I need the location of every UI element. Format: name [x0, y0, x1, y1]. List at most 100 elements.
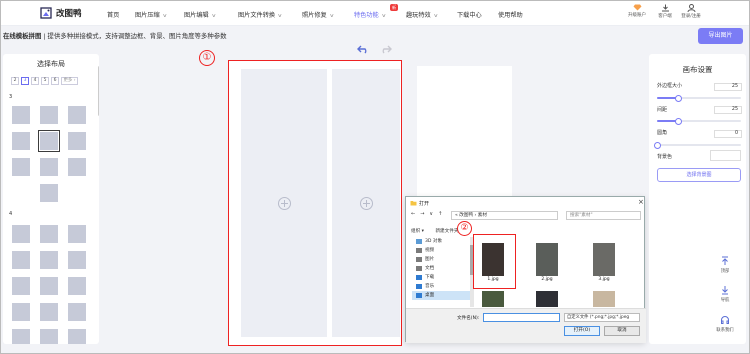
filename-input[interactable]	[483, 313, 560, 322]
nav-repair[interactable]: 照片修复 ∨	[302, 10, 334, 19]
nav-edit[interactable]: 图片编辑 ∨	[184, 10, 216, 19]
radius-input[interactable]: 0	[714, 130, 742, 138]
layout-thumbnail[interactable]	[67, 105, 87, 125]
filetype-select[interactable]: 自定义文件 (*.png;*.jpg;*.jpeg	[564, 313, 640, 322]
navigation-button[interactable]: 导航	[714, 285, 736, 303]
search-input[interactable]: 搜索"素材"	[566, 211, 641, 220]
up-icon[interactable]: ↑	[438, 211, 442, 217]
count-option[interactable]: 3	[21, 77, 29, 85]
organize-button[interactable]: 组织 ▾	[411, 229, 424, 234]
cancel-button[interactable]: 取消	[604, 326, 640, 336]
nav-features[interactable]: 特色功能∨新	[354, 4, 398, 19]
forward-icon[interactable]: →	[420, 211, 424, 217]
dialog-toolbar: 组织 ▾ 新建文件夹	[411, 228, 458, 234]
layout-thumbnail[interactable]	[39, 250, 59, 270]
file-item[interactable]	[589, 291, 619, 307]
layout-thumbnail[interactable]	[11, 157, 31, 177]
chevron-down-icon[interactable]: ∨	[429, 211, 433, 217]
open-button[interactable]: 打开(O)	[564, 326, 600, 336]
annotation-marker-2: ②	[457, 221, 472, 236]
layout-thumbnail[interactable]	[38, 130, 60, 152]
layout-thumbnail[interactable]	[11, 302, 31, 322]
tree-item-pictures[interactable]: 图片	[412, 255, 470, 264]
back-icon[interactable]: ←	[411, 211, 415, 217]
count-option[interactable]: 6	[51, 77, 59, 85]
gap-input[interactable]: 25	[714, 106, 742, 114]
nav-convert[interactable]: 图片文件转换 ∨	[238, 10, 283, 19]
bg-color-picker[interactable]	[710, 150, 741, 161]
slider-knob[interactable]	[674, 117, 682, 125]
tree-item-documents[interactable]: 文档	[412, 264, 470, 273]
login-register-button[interactable]: 登录/注册	[677, 4, 705, 19]
nav-download-center[interactable]: 下载中心	[457, 10, 482, 19]
layout-thumbnail[interactable]	[39, 224, 59, 244]
layout-thumbnail[interactable]	[67, 328, 87, 344]
export-image-button[interactable]: 导出图片	[698, 28, 743, 44]
nav-fun-effects[interactable]: 趣玩特效 ∨ 新	[390, 5, 438, 19]
layout-thumbnail[interactable]	[39, 105, 59, 125]
address-bar[interactable]: « 改图鸭 › 素材	[451, 211, 558, 220]
nav-help[interactable]: 使用帮助	[498, 10, 523, 19]
slider-knob[interactable]	[674, 94, 682, 102]
layout-thumbnail[interactable]	[11, 131, 31, 151]
scrollbar[interactable]	[98, 66, 99, 116]
add-image-icon[interactable]	[360, 197, 373, 210]
gap-slider[interactable]	[657, 117, 741, 125]
outer-border-input[interactable]: 25	[714, 83, 742, 91]
layout-thumbnail[interactable]	[11, 328, 31, 344]
layout-thumbnail[interactable]	[39, 328, 59, 344]
count-option[interactable]: 2	[11, 77, 19, 85]
slider-knob[interactable]	[653, 141, 661, 149]
annotation-marker-1: ①	[199, 50, 215, 66]
tree-item-3d-objects[interactable]: 3D 对象	[412, 237, 470, 246]
nav-compress[interactable]: 图片压缩 ∨	[135, 10, 167, 19]
layout-thumbnail[interactable]	[11, 224, 31, 244]
contact-us-button[interactable]: 联系我们	[714, 315, 736, 333]
upgrade-account-button[interactable]: 升级账户	[623, 4, 651, 18]
logo-icon	[40, 7, 52, 19]
outer-border-label: 外边框大小	[657, 83, 683, 89]
back-to-top-button[interactable]: 顶部	[714, 256, 736, 274]
tree-item-downloads[interactable]: 下载	[412, 273, 470, 282]
desktop-icon	[416, 293, 422, 298]
tree-item-desktop[interactable]: 桌面	[412, 291, 470, 300]
tree-item-music[interactable]: 音乐	[412, 282, 470, 291]
layout-thumbnail[interactable]	[67, 276, 87, 296]
layout-thumbnail[interactable]	[39, 157, 59, 177]
file-thumbnail	[593, 291, 615, 307]
tree-item-videos[interactable]: 视频	[412, 246, 470, 255]
layout-thumbnail[interactable]	[11, 105, 31, 125]
layout-thumbnail[interactable]	[39, 183, 59, 203]
cube-icon	[416, 239, 422, 244]
client-download-button[interactable]: 客户端	[651, 4, 679, 19]
file-thumbnail	[536, 291, 558, 307]
layout-thumbnail[interactable]	[11, 276, 31, 296]
new-folder-button[interactable]: 新建文件夹	[435, 229, 458, 234]
redo-icon[interactable]	[380, 45, 392, 54]
layout-thumbnail[interactable]	[67, 224, 87, 244]
layout-thumbnail[interactable]	[67, 302, 87, 322]
file-item[interactable]: 2.jpg	[532, 243, 562, 289]
layout-thumbnail[interactable]	[67, 157, 87, 177]
add-image-icon[interactable]	[278, 197, 291, 210]
outer-border-slider[interactable]	[657, 94, 741, 102]
file-item[interactable]	[478, 291, 508, 307]
layout-thumbnail[interactable]	[67, 131, 87, 151]
radius-slider[interactable]	[653, 141, 741, 149]
file-item[interactable]	[532, 291, 562, 307]
collage-cell[interactable]	[332, 69, 400, 337]
collage-cell[interactable]	[241, 69, 327, 337]
count-more-option[interactable]: 更多 ›	[61, 77, 78, 85]
count-option[interactable]: 4	[31, 77, 39, 85]
undo-icon[interactable]	[357, 45, 369, 54]
layout-thumbnail[interactable]	[39, 276, 59, 296]
nav-home[interactable]: 首页	[107, 10, 119, 19]
file-item[interactable]: 3.jpg	[589, 243, 619, 289]
layout-thumbnail[interactable]	[39, 302, 59, 322]
logo[interactable]: 改图鸭	[40, 7, 82, 19]
choose-bg-image-button[interactable]: 选择背景图	[657, 168, 741, 182]
close-icon[interactable]: ×	[638, 198, 644, 206]
layout-thumbnail[interactable]	[67, 250, 87, 270]
layout-thumbnail[interactable]	[11, 250, 31, 270]
count-option[interactable]: 5	[41, 77, 49, 85]
